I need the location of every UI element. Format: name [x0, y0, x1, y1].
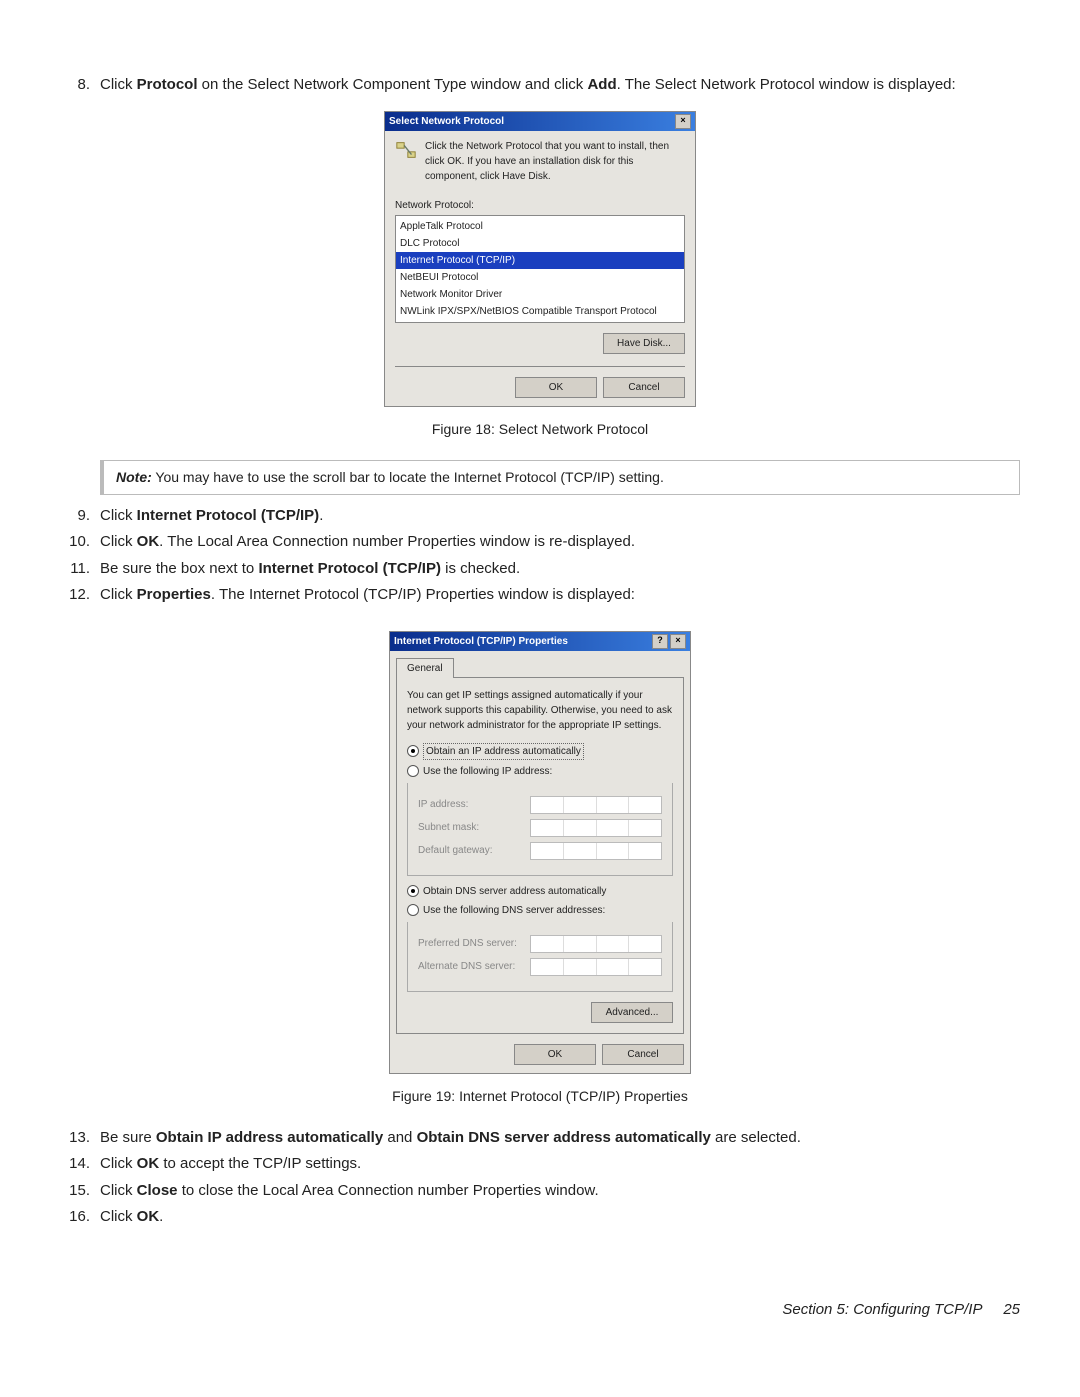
step-12: 12. Click Properties. The Internet Proto…	[60, 584, 1020, 607]
note-text: You may have to use the scroll bar to lo…	[152, 469, 664, 485]
tcpip-properties-dialog: Internet Protocol (TCP/IP) Properties ? …	[389, 631, 691, 1074]
dialog-description: You can get IP settings assigned automat…	[407, 688, 673, 733]
step-9: 9. Click Internet Protocol (TCP/IP).	[60, 505, 1020, 528]
radio-icon	[407, 745, 419, 757]
default-gateway-field	[530, 842, 662, 860]
radio-obtain-ip-auto[interactable]: Obtain an IP address automatically	[407, 743, 673, 760]
step-number: 8.	[60, 74, 100, 97]
radio-obtain-dns-auto[interactable]: Obtain DNS server address automatically	[407, 884, 673, 899]
preferred-dns-label: Preferred DNS server:	[418, 936, 517, 951]
subnet-mask-field	[530, 819, 662, 837]
advanced-button[interactable]: Advanced...	[591, 1002, 673, 1023]
ok-button[interactable]: OK	[514, 1044, 596, 1065]
figure-caption-19: Figure 19: Internet Protocol (TCP/IP) Pr…	[60, 1086, 1020, 1107]
step-10: 10. Click OK. The Local Area Connection …	[60, 531, 1020, 554]
step-8: 8. Click Protocol on the Select Network …	[60, 74, 1020, 97]
dialog-title: Select Network Protocol	[389, 114, 504, 129]
step-11: 11. Be sure the box next to Internet Pro…	[60, 558, 1020, 581]
page-footer: Section 5: Configuring TCP/IP 25	[60, 1299, 1020, 1322]
protocol-icon	[395, 139, 417, 161]
close-icon[interactable]: ×	[670, 634, 686, 649]
default-gateway-label: Default gateway:	[418, 843, 493, 858]
tab-general[interactable]: General	[396, 658, 454, 678]
radio-icon	[407, 885, 419, 897]
preferred-dns-field	[530, 935, 662, 953]
list-item-selected[interactable]: Internet Protocol (TCP/IP)	[396, 252, 684, 269]
step-16: 16. Click OK.	[60, 1206, 1020, 1229]
section-title: Section 5: Configuring TCP/IP	[782, 1301, 982, 1318]
figure-caption-18: Figure 18: Select Network Protocol	[60, 419, 1020, 440]
radio-icon	[407, 904, 419, 916]
ok-button[interactable]: OK	[515, 377, 597, 398]
list-item[interactable]: Network Monitor Driver	[396, 286, 684, 303]
cancel-button[interactable]: Cancel	[603, 377, 685, 398]
radio-use-following-dns[interactable]: Use the following DNS server addresses:	[407, 903, 673, 918]
step-13: 13. Be sure Obtain IP address automatica…	[60, 1127, 1020, 1150]
protocol-listbox[interactable]: AppleTalk Protocol DLC Protocol Internet…	[395, 215, 685, 323]
help-icon[interactable]: ?	[652, 634, 668, 649]
cancel-button[interactable]: Cancel	[602, 1044, 684, 1065]
alternate-dns-label: Alternate DNS server:	[418, 959, 515, 974]
ip-address-field	[530, 796, 662, 814]
page-number: 25	[1003, 1301, 1020, 1318]
step-text: Click Protocol on the Select Network Com…	[100, 74, 1020, 97]
titlebar: Internet Protocol (TCP/IP) Properties ? …	[390, 632, 690, 651]
list-item[interactable]: NWLink IPX/SPX/NetBIOS Compatible Transp…	[396, 303, 684, 320]
note-box: Note: You may have to use the scroll bar…	[100, 460, 1020, 495]
have-disk-button[interactable]: Have Disk...	[603, 333, 685, 354]
select-network-protocol-dialog: Select Network Protocol × Click the Netw…	[384, 111, 696, 407]
list-label: Network Protocol:	[395, 198, 685, 213]
dialog-info-text: Click the Network Protocol that you want…	[425, 139, 685, 184]
list-item[interactable]: NetBEUI Protocol	[396, 269, 684, 286]
radio-icon	[407, 765, 419, 777]
dialog-title: Internet Protocol (TCP/IP) Properties	[394, 634, 568, 649]
alternate-dns-field	[530, 958, 662, 976]
list-item[interactable]: DLC Protocol	[396, 235, 684, 252]
step-15: 15. Click Close to close the Local Area …	[60, 1180, 1020, 1203]
note-label: Note:	[116, 469, 152, 485]
titlebar: Select Network Protocol ×	[385, 112, 695, 131]
list-item[interactable]: AppleTalk Protocol	[396, 218, 684, 235]
close-icon[interactable]: ×	[675, 114, 691, 129]
radio-use-following-ip[interactable]: Use the following IP address:	[407, 764, 673, 779]
step-14: 14. Click OK to accept the TCP/IP settin…	[60, 1153, 1020, 1176]
ip-address-label: IP address:	[418, 797, 468, 812]
subnet-mask-label: Subnet mask:	[418, 820, 479, 835]
